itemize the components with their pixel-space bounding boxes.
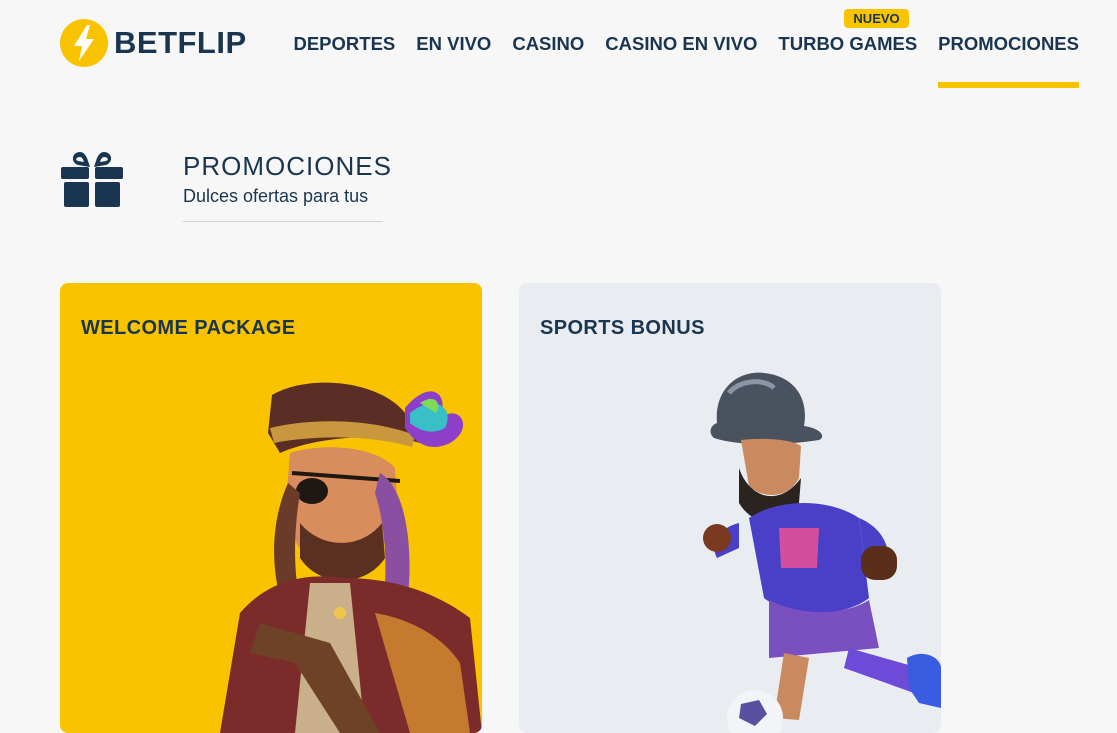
heading-divider [183, 221, 383, 222]
promo-card-welcome-package[interactable]: WELCOME PACKAGE [60, 283, 482, 733]
nav-item-casino-en-vivo[interactable]: CASINO EN VIVO [605, 0, 757, 88]
nav-item-label: EN VIVO [416, 33, 492, 54]
nav-item-label: DEPORTES [293, 33, 396, 54]
page-subtitle: Dulces ofertas para tus [183, 186, 369, 206]
pirate-character-image [220, 382, 482, 733]
nav-item-casino[interactable]: CASINO [512, 0, 584, 88]
main-nav: DEPORTES EN VIVO CASINO CASINO EN VIVO N… [272, 0, 1079, 90]
gift-icon [61, 152, 123, 207]
nav-item-en-vivo[interactable]: EN VIVO [416, 0, 491, 88]
nav-item-promociones[interactable]: PROMOCIONES [938, 0, 1079, 88]
brand-logo[interactable]: BETFLIP [60, 19, 247, 67]
promo-card-title: WELCOME PACKAGE [81, 317, 296, 339]
nav-item-label: TURBO GAMES [778, 33, 918, 54]
new-badge: NUEVO [844, 9, 909, 28]
nav-item-label: CASINO EN VIVO [605, 33, 758, 54]
nav-item-turbo-games[interactable]: NUEVO TURBO GAMES [778, 0, 917, 88]
brand-name: BETFLIP [114, 25, 247, 60]
page-title: PROMOCIONES [183, 151, 392, 181]
site-header: BETFLIP DEPORTES EN VIVO CASINO CASINO E… [0, 0, 1117, 90]
nav-item-label: PROMOCIONES [938, 33, 1079, 54]
promo-card-sports-bonus[interactable]: SPORTS BONUS [519, 283, 941, 733]
promo-card-title: SPORTS BONUS [540, 317, 705, 339]
nav-item-label: CASINO [512, 33, 585, 54]
lightning-bolt-icon [60, 19, 108, 67]
footballer-character-image [703, 372, 941, 733]
nav-item-deportes[interactable]: DEPORTES [293, 0, 395, 88]
